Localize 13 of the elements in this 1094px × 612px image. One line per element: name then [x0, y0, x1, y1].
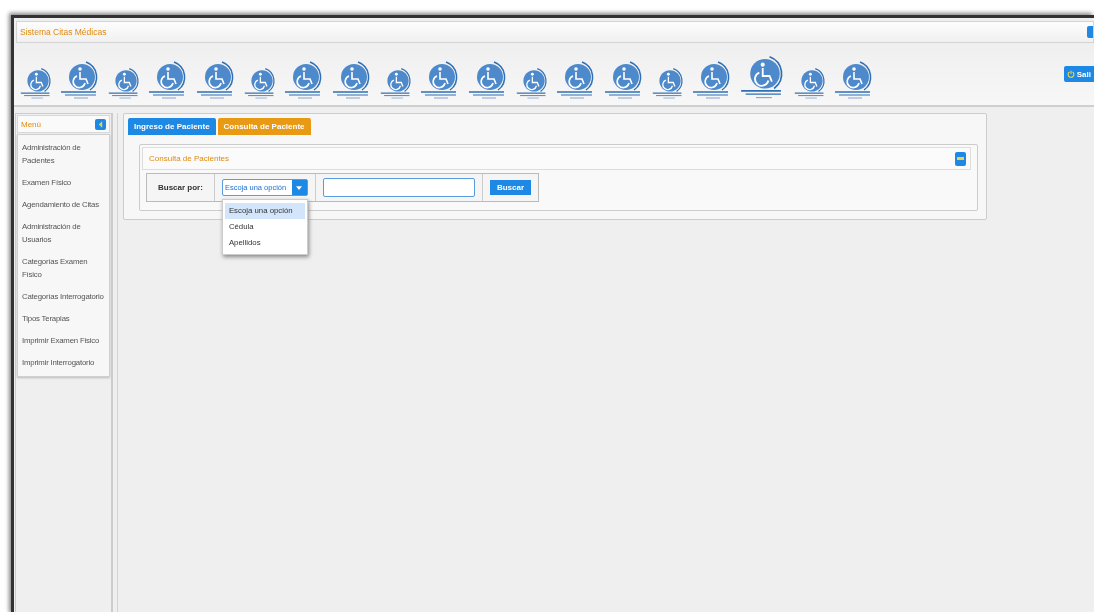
search-button[interactable]: Buscar — [489, 180, 532, 195]
power-icon — [1066, 70, 1075, 78]
search-label: Buscar por: — [157, 183, 204, 192]
minimize-button[interactable] — [955, 151, 966, 166]
window-title: Sistema Citas Médicas — [19, 27, 107, 37]
collapse-button[interactable] — [95, 118, 106, 130]
search-input[interactable] — [322, 178, 475, 197]
caret-icon — [296, 185, 303, 190]
tab[interactable]: Ingreso de Paciente — [128, 118, 216, 135]
expand-button[interactable] — [1087, 26, 1093, 38]
menu-title: Menú — [21, 119, 41, 129]
panel-title: Consulta de Pacientes — [149, 154, 230, 163]
exit-button[interactable]: Sali — [1063, 66, 1094, 82]
